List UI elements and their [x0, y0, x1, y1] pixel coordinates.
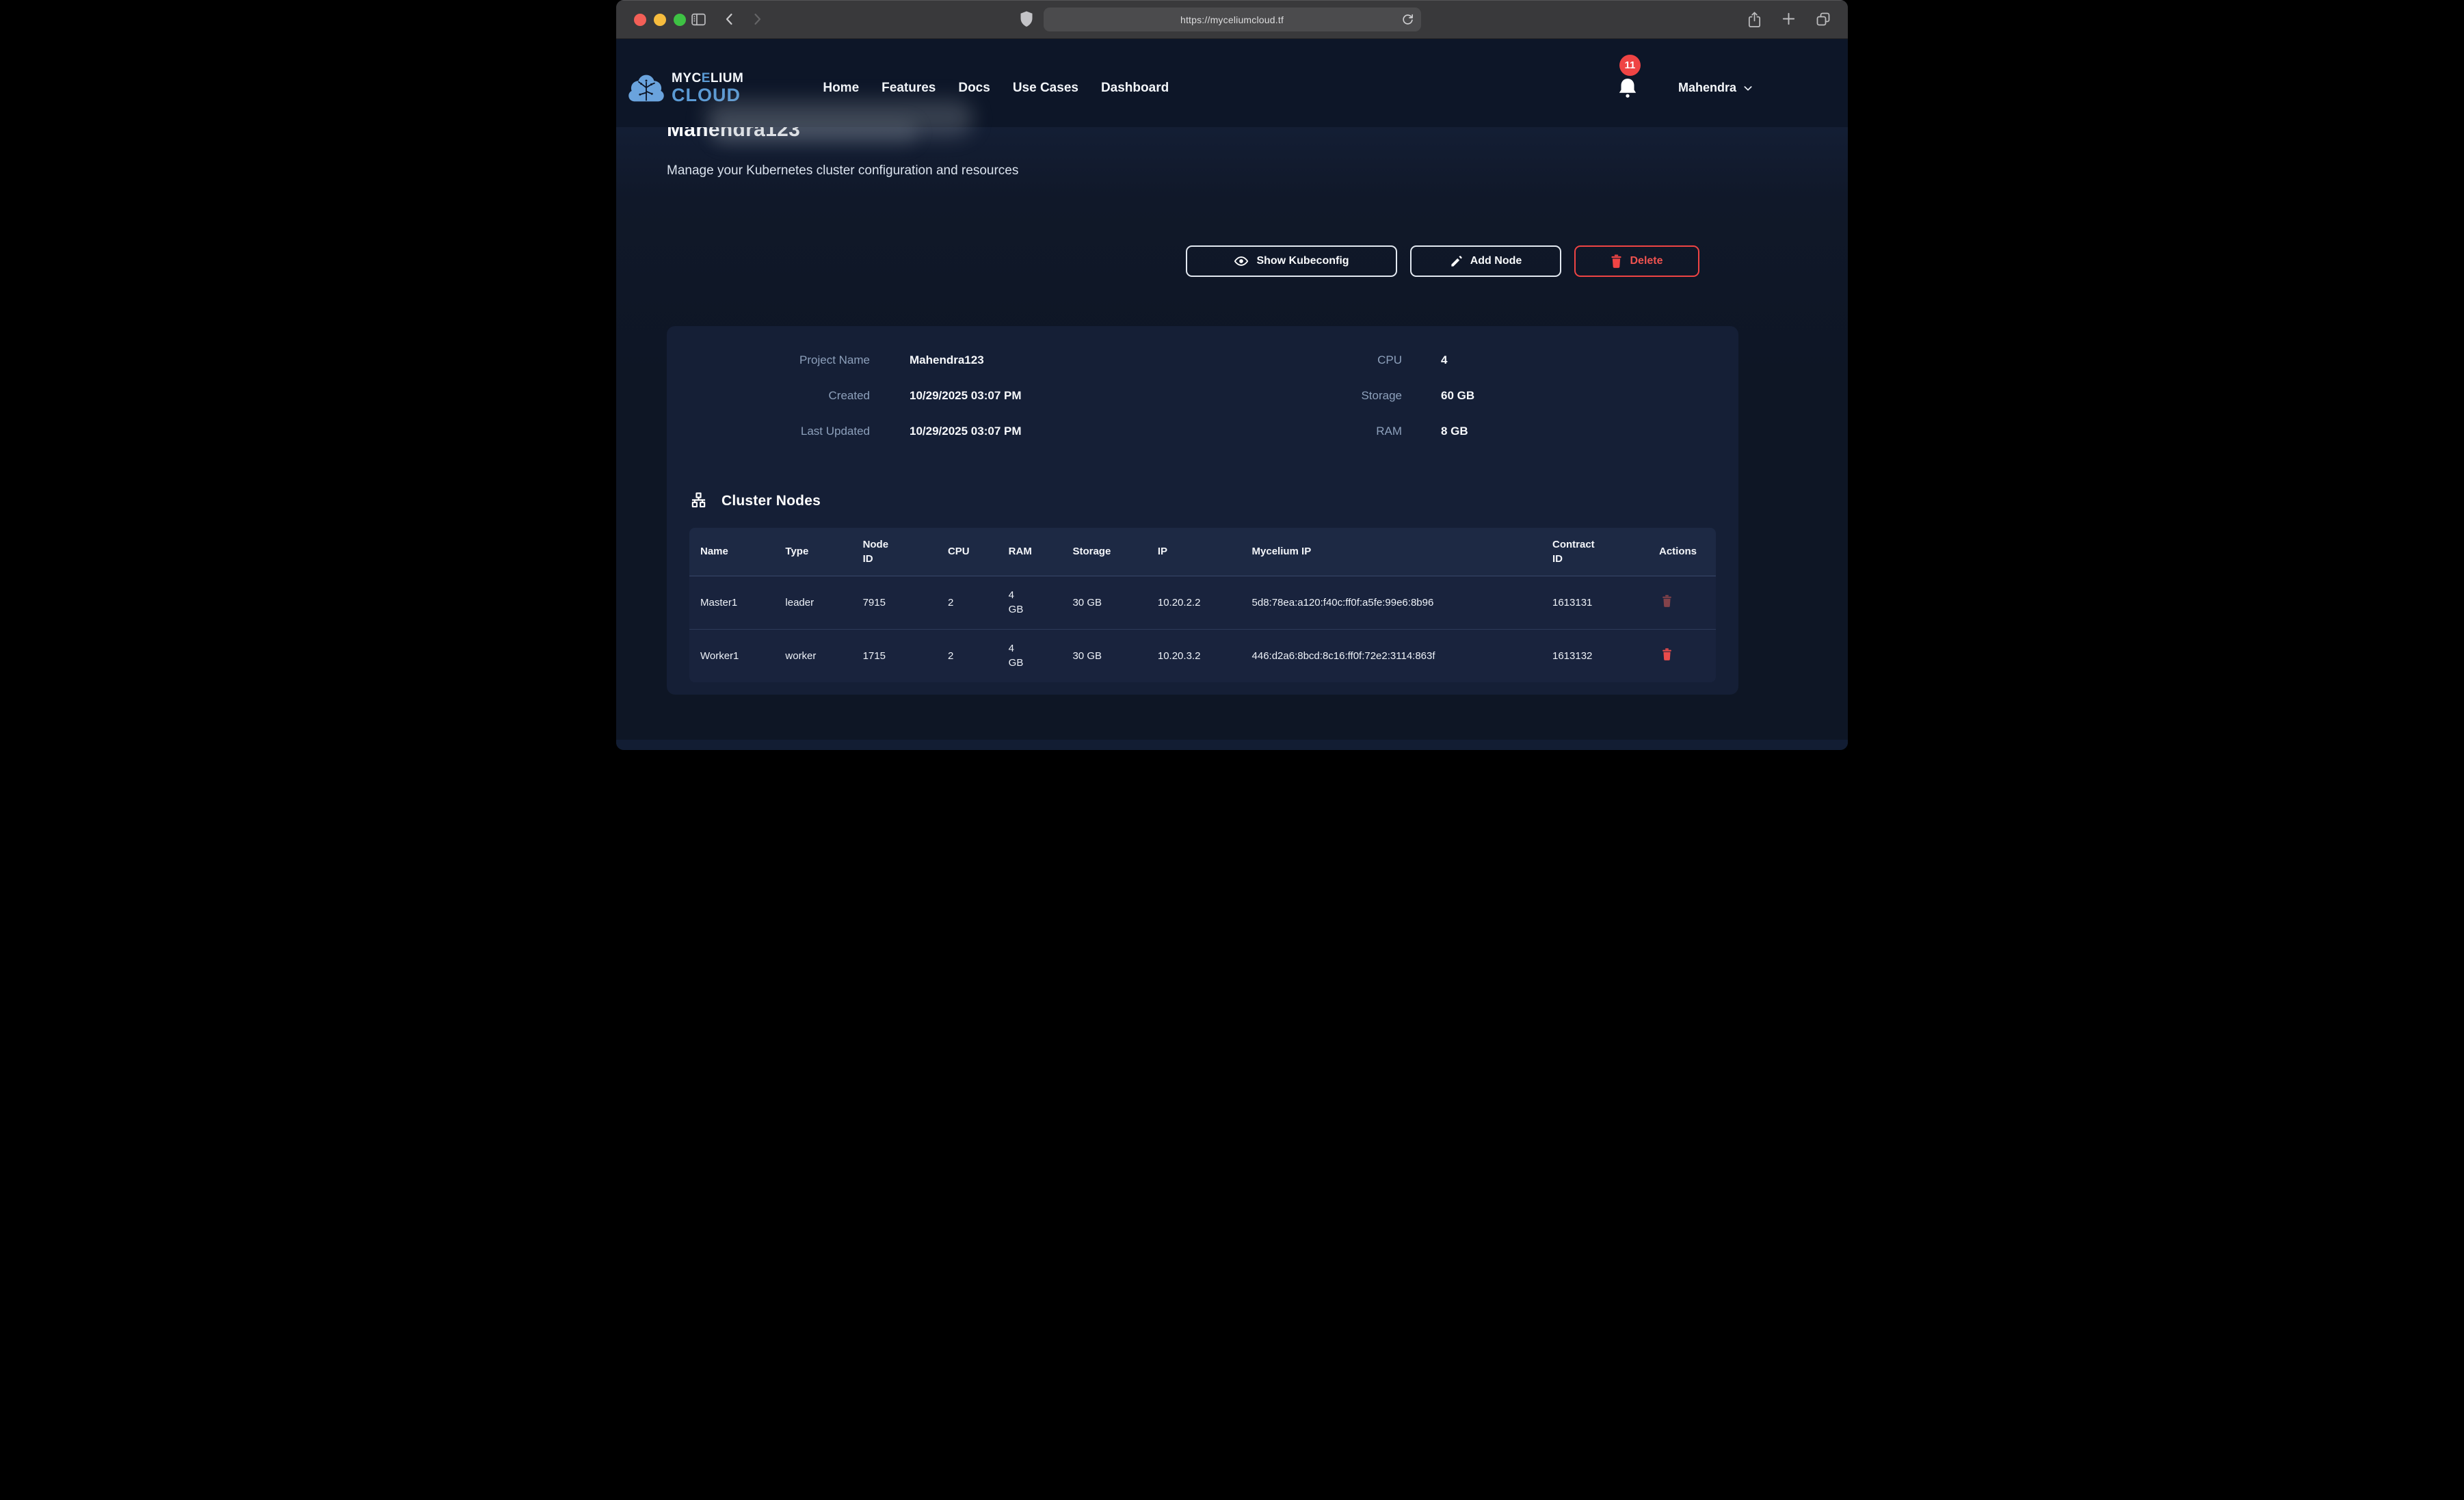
cloud-logo-icon — [627, 72, 665, 104]
ram-label: RAM — [1265, 425, 1402, 438]
col-storage: Storage — [1061, 528, 1146, 576]
col-ip: IP — [1147, 528, 1241, 576]
table-row: Worker1 worker 1715 2 4 GB 30 GB 10.20.3… — [689, 629, 1716, 682]
minimize-window-button[interactable] — [654, 14, 666, 26]
cell-contract-id: 1613131 — [1541, 576, 1648, 629]
new-tab-icon[interactable] — [1781, 11, 1797, 28]
user-menu[interactable]: Mahendra — [1678, 81, 1753, 95]
nav-item-dashboard[interactable]: Dashboard — [1101, 81, 1169, 95]
browser-chrome: https://myceliumcloud.tf — [616, 0, 1848, 39]
cell-type: leader — [774, 576, 851, 629]
bell-icon — [1617, 77, 1639, 100]
add-node-button[interactable]: Add Node — [1410, 245, 1561, 277]
cluster-actions: Show Kubeconfig Add Node — [667, 245, 1699, 277]
share-icon[interactable] — [1747, 11, 1762, 28]
tab-overview-icon[interactable] — [1815, 11, 1831, 28]
privacy-shield-icon[interactable] — [1018, 10, 1035, 28]
col-node-id: Node ID — [852, 528, 937, 576]
show-kubeconfig-label: Show Kubeconfig — [1256, 255, 1349, 267]
last-updated-label: Last Updated — [689, 425, 870, 438]
cpu-value: 4 — [1441, 353, 1447, 367]
delete-cluster-button[interactable]: Delete — [1574, 245, 1699, 277]
site-navbar: MYCELIUM CLOUD Home Features Docs Use Ca… — [616, 39, 1848, 127]
sidebar-toggle-icon[interactable] — [690, 11, 707, 28]
created-value: 10/29/2025 03:07 PM — [910, 389, 1022, 403]
cluster-info-card: Project Name Mahendra123 Created 10/29/2… — [667, 326, 1738, 695]
cell-type: worker — [774, 629, 851, 682]
back-icon[interactable] — [721, 11, 738, 27]
cell-node-id: 1715 — [852, 629, 937, 682]
cell-ram: 4 GB — [998, 576, 1062, 629]
cell-contract-id: 1613132 — [1541, 629, 1648, 682]
forward-icon[interactable] — [749, 11, 765, 27]
table-header-row: Name Type Node ID CPU RAM Storage IP Myc… — [689, 528, 1716, 576]
close-window-button[interactable] — [634, 14, 646, 26]
created-label: Created — [689, 389, 870, 403]
storage-label: Storage — [1265, 389, 1402, 403]
show-kubeconfig-button[interactable]: Show Kubeconfig — [1186, 245, 1397, 277]
nav-item-home[interactable]: Home — [823, 81, 859, 95]
col-ram: RAM — [998, 528, 1062, 576]
table-row: Master1 leader 7915 2 4 GB 30 GB 10.20.2… — [689, 576, 1716, 629]
pencil-icon — [1450, 255, 1463, 268]
nav-right: 11 Mahendra — [1617, 77, 1753, 100]
col-name: Name — [689, 528, 774, 576]
delete-label: Delete — [1630, 255, 1662, 267]
cell-cpu: 2 — [937, 629, 998, 682]
cell-actions — [1648, 576, 1716, 629]
url-text: https://myceliumcloud.tf — [1180, 14, 1284, 25]
cell-storage: 30 GB — [1061, 629, 1146, 682]
notification-count-badge: 11 — [1619, 55, 1641, 76]
zoom-window-button[interactable] — [674, 14, 686, 26]
last-updated-value: 10/29/2025 03:07 PM — [910, 425, 1022, 438]
reload-icon[interactable] — [1401, 12, 1415, 27]
cpu-label: CPU — [1265, 353, 1402, 367]
cell-ip: 10.20.3.2 — [1147, 629, 1241, 682]
trash-icon — [1611, 254, 1622, 268]
cell-ip: 10.20.2.2 — [1147, 576, 1241, 629]
user-name: Mahendra — [1678, 81, 1736, 95]
chrome-right-actions — [1747, 11, 1831, 28]
mycelium-cloud-logo[interactable]: MYCELIUM CLOUD — [627, 72, 743, 105]
cell-node-id: 7915 — [852, 576, 937, 629]
cell-ram: 4 GB — [998, 629, 1062, 682]
cluster-info-grid: Project Name Mahendra123 Created 10/29/2… — [689, 343, 1716, 449]
delete-node-button[interactable] — [1659, 593, 1675, 608]
ram-value: 8 GB — [1441, 425, 1468, 438]
address-bar[interactable]: https://myceliumcloud.tf — [1044, 8, 1421, 31]
chevron-down-icon — [1743, 83, 1753, 94]
cell-actions — [1648, 629, 1716, 682]
storage-value: 60 GB — [1441, 389, 1474, 403]
eye-icon — [1234, 254, 1249, 269]
cell-mycelium-ip: 5d8:78ea:a120:f40c:ff0f:a5fe:99e6:8b96 — [1241, 576, 1541, 629]
nav-item-docs[interactable]: Docs — [958, 81, 990, 95]
window-controls — [634, 14, 686, 26]
cluster-nodes-table: Name Type Node ID CPU RAM Storage IP Myc… — [689, 528, 1716, 682]
project-name-value: Mahendra123 — [910, 353, 984, 367]
delete-node-button[interactable] — [1659, 647, 1675, 662]
add-node-label: Add Node — [1470, 255, 1522, 267]
cell-storage: 30 GB — [1061, 576, 1146, 629]
nav-item-features[interactable]: Features — [882, 81, 936, 95]
main-content: Mahendra123 Manage your Kubernetes clust… — [616, 117, 1848, 740]
cell-cpu: 2 — [937, 576, 998, 629]
notifications-button[interactable]: 11 — [1617, 77, 1639, 100]
cell-name: Master1 — [689, 576, 774, 629]
nav-links: Home Features Docs Use Cases Dashboard — [823, 81, 1169, 96]
project-name-label: Project Name — [689, 353, 870, 367]
col-type: Type — [774, 528, 851, 576]
cell-name: Worker1 — [689, 629, 774, 682]
cell-mycelium-ip: 446:d2a6:8bcd:8c16:ff0f:72e2:3114:863f — [1241, 629, 1541, 682]
col-contract-id: Contract ID — [1541, 528, 1648, 576]
logo-wordmark: MYCELIUM CLOUD — [672, 72, 743, 105]
col-mycelium-ip: Mycelium IP — [1241, 528, 1541, 576]
nav-item-use-cases[interactable]: Use Cases — [1013, 81, 1078, 95]
cluster-nodes-heading: Cluster Nodes — [689, 492, 1716, 510]
col-actions: Actions — [1648, 528, 1716, 576]
col-cpu: CPU — [937, 528, 998, 576]
network-nodes-icon — [689, 492, 708, 510]
browser-window: https://myceliumcloud.tf — [616, 0, 1848, 750]
cluster-nodes-title: Cluster Nodes — [721, 493, 821, 509]
page-subtitle: Manage your Kubernetes cluster configura… — [667, 163, 1738, 178]
